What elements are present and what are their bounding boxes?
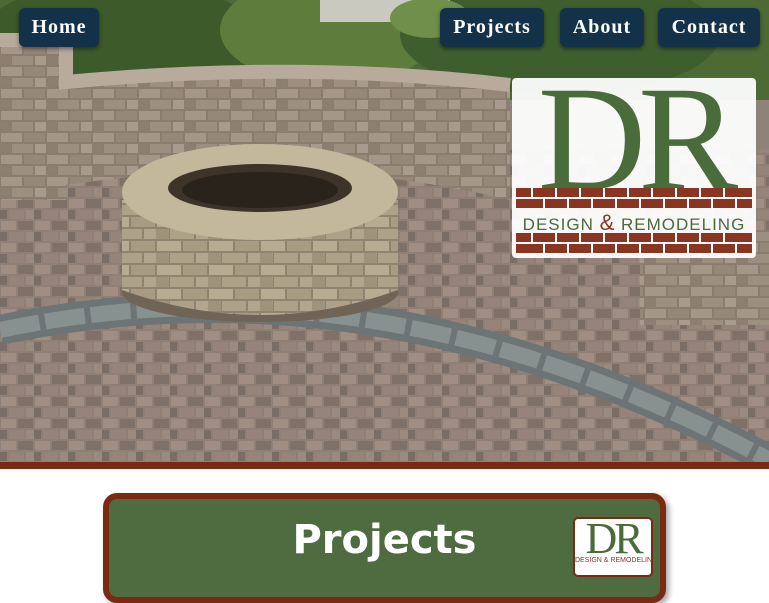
- panel-logo: DR DESIGN & REMODELING: [573, 517, 653, 577]
- nav-home-button[interactable]: Home: [19, 8, 99, 47]
- projects-panel: Projects DR DESIGN & REMODELING: [103, 493, 666, 603]
- logo-tagline-remodeling: REMODELING: [621, 215, 746, 234]
- nav-contact-button[interactable]: Contact: [658, 8, 760, 47]
- nav-about-button[interactable]: About: [560, 8, 644, 47]
- panel-logo-letters: DR: [585, 517, 643, 563]
- nav-projects-button[interactable]: Projects: [440, 8, 544, 47]
- section-divider: [0, 462, 769, 469]
- logo-tagline-amp: &: [599, 210, 616, 235]
- brand-logo: DR DESIGN & REMODELING: [512, 64, 756, 258]
- logo-tagline-design: DESIGN: [522, 215, 594, 234]
- logo-tagline: DESIGN & REMODELING: [512, 210, 756, 236]
